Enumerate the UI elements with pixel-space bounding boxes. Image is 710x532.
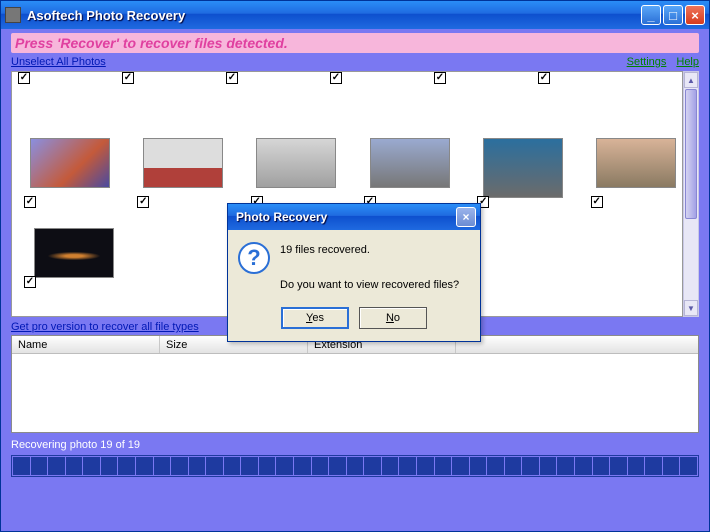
app-window: Asoftech Photo Recovery _ □ × Press 'Rec… [0, 0, 710, 532]
photo-checkbox[interactable] [434, 72, 446, 84]
photo-checkbox[interactable] [538, 72, 550, 84]
minimize-button[interactable]: _ [641, 5, 661, 25]
dialog-buttons: Yes No [228, 305, 480, 341]
photo-thumb[interactable] [255, 138, 338, 198]
settings-link[interactable]: Settings [627, 56, 667, 68]
photo-thumb[interactable] [28, 228, 120, 278]
dialog-line2: Do you want to view recovered files? [280, 277, 459, 295]
scroll-thumb[interactable] [685, 89, 697, 219]
photo-checkbox[interactable] [122, 72, 134, 84]
scroll-up-button[interactable]: ▲ [684, 72, 698, 88]
recovery-dialog: Photo Recovery × ? 19 files recovered. D… [227, 203, 481, 342]
dialog-close-button[interactable]: × [456, 207, 476, 227]
window-title: Asoftech Photo Recovery [27, 8, 639, 23]
photo-checkbox[interactable] [330, 72, 342, 84]
status-text: Recovering photo 19 of 19 [11, 439, 699, 451]
photo-thumb[interactable] [141, 138, 224, 198]
scroll-down-button[interactable]: ▼ [684, 300, 698, 316]
dialog-text: 19 files recovered. Do you want to view … [280, 242, 459, 295]
photo-thumb[interactable] [368, 138, 451, 198]
dialog-line1: 19 files recovered. [280, 242, 459, 260]
dialog-title-bar[interactable]: Photo Recovery × [228, 204, 480, 230]
photo-checkbox[interactable] [24, 196, 36, 208]
photo-checkbox[interactable] [137, 196, 149, 208]
photo-checkbox[interactable] [226, 72, 238, 84]
pro-version-link[interactable]: Get pro version to recover all file type… [11, 321, 199, 333]
unselect-all-link[interactable]: Unselect All Photos [11, 56, 106, 68]
photo-checkbox[interactable] [24, 276, 36, 288]
col-name[interactable]: Name [12, 336, 160, 353]
file-table: Name Size Extension [11, 335, 699, 433]
progress-bar [11, 455, 699, 477]
help-link[interactable]: Help [676, 56, 699, 68]
close-button[interactable]: × [685, 5, 705, 25]
title-bar[interactable]: Asoftech Photo Recovery _ □ × [1, 1, 709, 29]
photo-checkbox[interactable] [18, 72, 30, 84]
col-spacer [456, 336, 698, 353]
dialog-title: Photo Recovery [232, 210, 456, 224]
vertical-scrollbar[interactable]: ▲ ▼ [683, 71, 699, 317]
links-row: Unselect All Photos Settings Help [11, 53, 699, 71]
dialog-body: ? 19 files recovered. Do you want to vie… [228, 230, 480, 305]
photo-thumb[interactable] [481, 138, 564, 198]
photo-thumb[interactable] [28, 138, 111, 198]
yes-button[interactable]: Yes [281, 307, 349, 329]
photo-thumb[interactable] [595, 138, 678, 198]
photo-checkbox[interactable] [591, 196, 603, 208]
instruction-text: Press 'Recover' to recover files detecte… [11, 33, 699, 53]
app-icon [5, 7, 21, 23]
no-button[interactable]: No [359, 307, 427, 329]
maximize-button[interactable]: □ [663, 5, 683, 25]
question-icon: ? [238, 242, 270, 274]
